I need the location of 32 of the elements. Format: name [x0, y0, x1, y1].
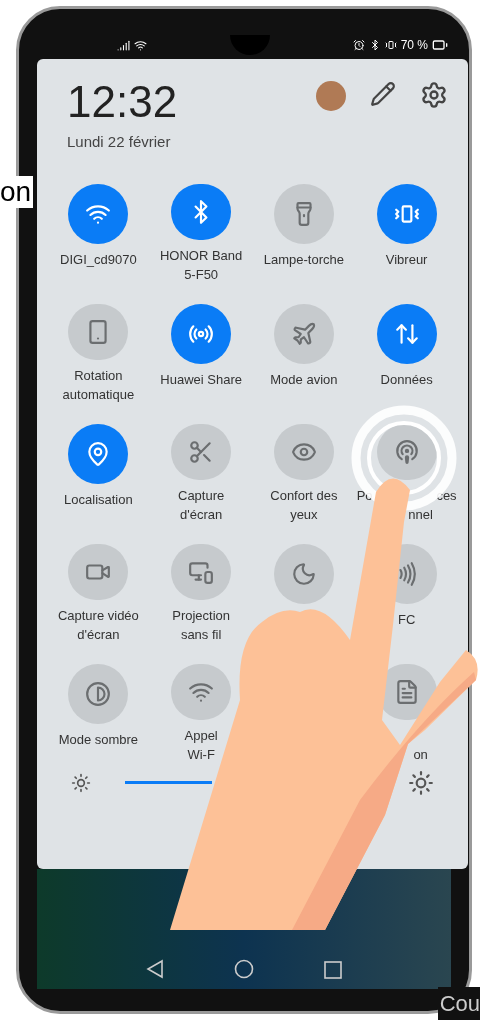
tile-label: Capture vidéo [57, 606, 139, 625]
tile-label: HONOR Band [159, 246, 243, 265]
tile-label: Capture [178, 486, 225, 505]
tile-label: 5-F50 [184, 265, 219, 284]
date-text: Lundi 22 février [67, 132, 172, 152]
tile-label: Mode avion [270, 370, 338, 389]
tile-label: Appel [184, 726, 218, 745]
tile-label: Rotation [74, 366, 123, 385]
side-text: Cou [437, 987, 480, 1020]
tile-label: Lampe-torche [263, 250, 344, 269]
tile-label: yeux [290, 505, 318, 524]
tile-label: Mode sombre [58, 730, 139, 749]
tile-label: Po [356, 486, 373, 505]
battery-percent: 70 % [400, 37, 428, 54]
tile-label: Confort des [270, 486, 338, 505]
tile-label: Projection [172, 606, 231, 625]
tile-label: on [413, 745, 428, 764]
tile-label: d'écran [77, 625, 120, 644]
tile-label: Wi-F [187, 745, 215, 764]
tile-label: Localisation [64, 490, 133, 509]
tile-label: DIGI_cd9070 [60, 250, 137, 269]
side-text: on [0, 176, 34, 208]
tile-label: automatique [62, 385, 135, 404]
tile-label: Vibreur [385, 250, 428, 269]
clock-time: 12:32 [67, 77, 178, 127]
tile-label: Huawei Share [160, 370, 242, 389]
tile-label: FC [397, 610, 416, 629]
tile-label: Données [380, 370, 433, 389]
tile-label: sans fil [180, 625, 222, 644]
tile-label: d'écran [180, 505, 223, 524]
tile-label: nnel [408, 505, 433, 524]
tile-label: ces [436, 486, 457, 505]
